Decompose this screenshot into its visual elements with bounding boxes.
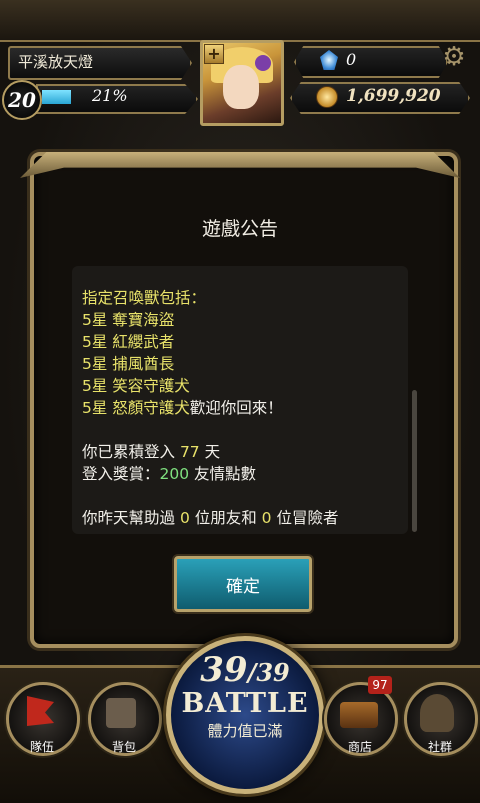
notice-content[interactable]: 指定召喚獸包括： 5星 奪寶海盜 5星 紅纓武者 5星 捕風酋長 5星 笑容守護… xyxy=(72,266,408,534)
portrait-face xyxy=(223,65,259,109)
coin-icon xyxy=(316,86,338,108)
notice-scrollbar[interactable] xyxy=(412,390,417,532)
coin-count: 1,699,920 xyxy=(346,86,441,106)
notice-line: 5星 笑容守護犬 xyxy=(82,377,190,395)
gem-count: 0 xyxy=(346,50,357,69)
stamina-max: /39 xyxy=(247,658,290,687)
notice-line: 5星 奪寶海盜 xyxy=(82,311,175,329)
bag-icon xyxy=(106,698,136,728)
nav-social-label: 社群 xyxy=(427,740,452,754)
notice-line-part: 友情點數 xyxy=(189,465,257,483)
people-icon xyxy=(420,694,454,732)
friend-points: 200 xyxy=(159,465,190,483)
confirm-button[interactable]: 確定 xyxy=(174,556,312,612)
stamina-display: 39/39 xyxy=(166,650,324,690)
notice-line-part: 你昨天幫助過 xyxy=(82,509,180,527)
notice-line-part: 位冒險者 xyxy=(271,509,339,527)
nav-bag-label: 背包 xyxy=(111,740,136,754)
nav-shop-label: 商店 xyxy=(347,740,372,754)
gear-icon[interactable]: ⚙ xyxy=(434,40,474,74)
exp-bar-fill xyxy=(42,90,71,104)
notice-line: 5星 捕風酋長 xyxy=(82,355,175,373)
gem-plate[interactable] xyxy=(294,46,448,78)
player-level: 20 xyxy=(2,80,42,120)
notice-line: 你已累積登入 77 天 xyxy=(82,440,220,462)
adventurers-helped: 0 xyxy=(261,509,272,527)
portrait-flower xyxy=(255,55,271,71)
stamina-status: 體力值已滿 xyxy=(207,722,283,740)
notice-line: 5星 紅纓武者 xyxy=(82,333,175,351)
notice-line: 你昨天幫助過 0 位朋友和 0 位冒險者 xyxy=(82,506,338,528)
dialog-title: 遊戲公告 xyxy=(201,218,278,240)
friends-helped: 0 xyxy=(179,509,190,527)
battle-label: BATTLE xyxy=(181,688,309,719)
treasure-chest-icon xyxy=(340,702,378,728)
plus-icon[interactable]: + xyxy=(204,44,224,64)
notice-line-part: 位朋友和 xyxy=(189,509,262,527)
notice-line-part: 天 xyxy=(199,443,221,461)
login-days: 77 xyxy=(179,443,200,461)
notice-line-part: 登入獎賞： xyxy=(82,465,160,483)
nav-party-label: 隊伍 xyxy=(29,740,54,754)
top-ornament xyxy=(0,0,480,42)
exp-percent: 21% xyxy=(92,86,128,105)
notice-line-part: 5星 怒顏守護犬 xyxy=(82,399,190,417)
notice-line-part: 你已累積登入 xyxy=(82,443,180,461)
stamina-current: 39 xyxy=(200,650,248,690)
top-hud: 平溪放天燈 21% 20 + 0 1,699,920 ⚙ xyxy=(0,0,480,135)
notice-line: 登入獎賞：200 友情點數 xyxy=(82,462,256,484)
player-name: 平溪放天燈 xyxy=(18,53,94,71)
notice-line-part: 歡迎你回來！ xyxy=(189,399,283,417)
notice-line: 5星 怒顏守護犬歡迎你回來！ xyxy=(82,396,283,418)
shop-notification-badge: 97 xyxy=(368,676,392,694)
notice-line: 指定召喚獸包括： xyxy=(82,289,207,307)
